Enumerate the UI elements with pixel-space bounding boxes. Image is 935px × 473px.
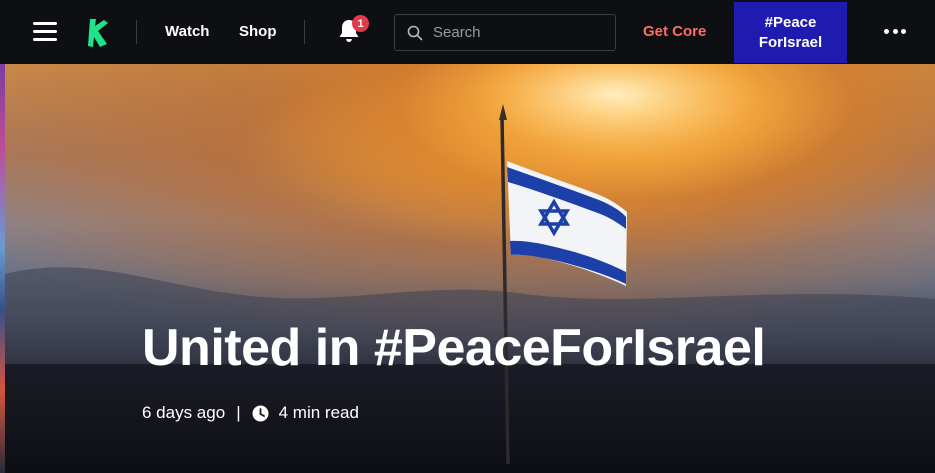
clock-icon: [252, 405, 269, 421]
nav-link-watch[interactable]: Watch: [165, 23, 209, 41]
posted-time: 6 days ago: [142, 403, 226, 422]
notification-count-badge: 1: [352, 15, 369, 32]
meta-separator: |: [236, 403, 241, 422]
top-navigation-bar: Watch Shop 1 Get Core #Peace ForIsrael: [0, 0, 935, 64]
read-time: 4 min read: [278, 403, 359, 422]
more-dots-icon[interactable]: [884, 29, 906, 35]
get-core-link[interactable]: Get Core: [643, 23, 706, 41]
search-input[interactable]: [433, 24, 603, 41]
hamburger-menu-icon[interactable]: [33, 22, 57, 42]
hero-banner[interactable]: United in #PeaceForIsrael 6 days ago | 4…: [5, 64, 935, 473]
site-logo-icon[interactable]: [86, 17, 110, 49]
peace-for-israel-button[interactable]: #Peace ForIsrael: [734, 2, 847, 63]
campaign-button-line2: ForIsrael: [758, 33, 823, 51]
campaign-button-line1: #Peace: [764, 13, 817, 31]
search-box[interactable]: [394, 14, 616, 51]
article-title[interactable]: United in #PeaceForIsrael: [142, 318, 766, 378]
article-meta: 6 days ago | 4 min read: [142, 402, 359, 424]
israel-flag: [507, 161, 627, 286]
search-icon: [407, 25, 423, 40]
nav-link-shop[interactable]: Shop: [239, 23, 277, 41]
nav-divider: [136, 20, 137, 44]
nav-divider: [304, 20, 305, 44]
